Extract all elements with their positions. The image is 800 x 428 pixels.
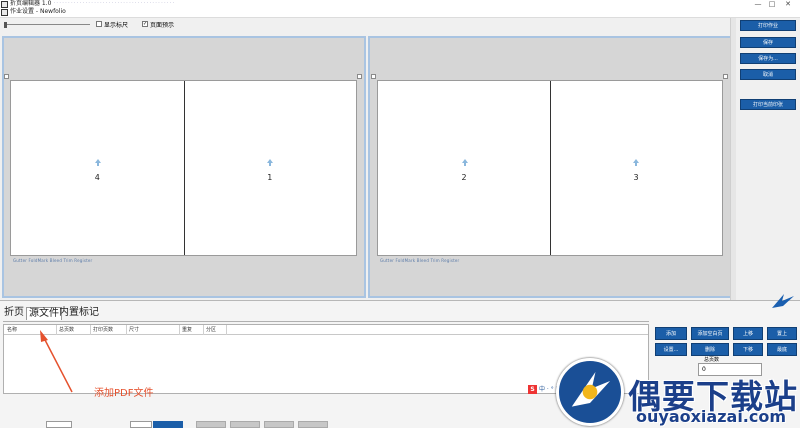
column-header[interactable]: 打印页数 bbox=[93, 326, 113, 334]
orientation-arrow-icon bbox=[633, 159, 639, 166]
footer-input[interactable] bbox=[46, 421, 72, 428]
minimize-button[interactable]: — bbox=[752, 0, 764, 8]
ime-logo-icon[interactable]: S bbox=[528, 384, 537, 394]
tab-underline bbox=[3, 321, 649, 322]
show-ruler-label: 显示标尺 bbox=[104, 21, 129, 29]
orientation-arrow-icon bbox=[95, 159, 101, 166]
column-header[interactable]: 名称 bbox=[7, 326, 17, 334]
footer-input[interactable] bbox=[130, 421, 152, 428]
checkbox-box[interactable] bbox=[96, 21, 102, 27]
maximize-button[interactable]: □ bbox=[766, 0, 778, 8]
tab-builtin-marks[interactable]: 内置标记 bbox=[59, 307, 99, 319]
orientation-arrow-icon bbox=[266, 159, 273, 166]
footer-button[interactable] bbox=[230, 421, 260, 428]
annotation-label: 添加PDF文件 bbox=[94, 388, 154, 399]
move-down-button[interactable]: 下移 bbox=[733, 343, 763, 356]
page-number: 3 bbox=[633, 173, 639, 182]
cancel-button[interactable]: 取消 bbox=[740, 69, 796, 80]
zoom-slider[interactable] bbox=[4, 22, 90, 28]
add-file-button[interactable]: 添加 bbox=[655, 327, 687, 340]
column-header[interactable]: 重复 bbox=[182, 326, 192, 334]
settings-button[interactable]: 设置... bbox=[655, 343, 687, 356]
bird-logo-icon bbox=[772, 294, 794, 308]
window-title: 折页编辑器 1.0 ······························… bbox=[10, 0, 176, 7]
page-preview-label: 页面预示 bbox=[150, 21, 175, 29]
show-ruler-checkbox[interactable]: 显示标尺 bbox=[96, 19, 128, 29]
zoom-slider-handle[interactable] bbox=[4, 22, 7, 28]
watermark-url: ouyaoxiazai.com bbox=[636, 407, 787, 426]
tab-source-file[interactable]: 源文件 bbox=[26, 307, 62, 320]
crop-corner bbox=[4, 74, 9, 79]
footer-button[interactable] bbox=[153, 421, 183, 428]
watermark-logo bbox=[556, 358, 624, 426]
delete-button[interactable]: 删除 bbox=[691, 343, 729, 356]
page-slot[interactable]: 4 bbox=[11, 81, 184, 255]
crop-corner bbox=[371, 74, 376, 79]
checkbox-box-checked[interactable]: ✓ bbox=[142, 21, 148, 27]
save-button[interactable]: 保存 bbox=[740, 37, 796, 48]
sheet-marks-label: Gutter FoldMark Bleed Trim Register bbox=[13, 258, 93, 263]
footer-label bbox=[20, 421, 44, 428]
watermark-bird-icon bbox=[571, 371, 611, 407]
footer-button[interactable] bbox=[264, 421, 294, 428]
page-slot[interactable]: 1 bbox=[184, 81, 357, 255]
column-header[interactable]: 尺寸 bbox=[129, 326, 139, 334]
crop-corner bbox=[723, 74, 728, 79]
close-button[interactable]: ✕ bbox=[782, 0, 794, 8]
table-header: 名称 总页数 打印页数 尺寸 重复 分区 bbox=[4, 325, 648, 335]
tab-fold[interactable]: 折页 bbox=[4, 307, 24, 319]
orientation-arrow-icon bbox=[462, 159, 468, 166]
window-subtitle: 作业设置 - Newfolio bbox=[10, 8, 66, 15]
move-to-top-button[interactable]: 置上 bbox=[767, 327, 797, 340]
app-icon bbox=[1, 1, 9, 17]
page-number: 2 bbox=[461, 173, 467, 182]
page-count-label: 总页数 bbox=[704, 357, 720, 363]
print-job-button[interactable]: 打印作业 bbox=[740, 20, 796, 31]
page-preview-checkbox[interactable]: ✓ 页面预示 bbox=[142, 19, 174, 29]
sheet-marks-label: Gutter FoldMark Bleed Trim Register bbox=[380, 258, 460, 263]
footer-button[interactable] bbox=[298, 421, 328, 428]
page-number: 4 bbox=[94, 173, 100, 182]
crop-corner bbox=[357, 74, 362, 79]
column-header[interactable]: 总页数 bbox=[59, 326, 74, 334]
preview-scrollbar[interactable] bbox=[730, 18, 736, 300]
page-number: 1 bbox=[267, 173, 273, 182]
add-blank-page-button[interactable]: 添加空白页 bbox=[691, 327, 729, 340]
page-slot[interactable]: 2 bbox=[378, 81, 550, 255]
column-header[interactable]: 分区 bbox=[206, 326, 216, 334]
move-up-button[interactable]: 上移 bbox=[733, 327, 763, 340]
save-as-button[interactable]: 保存为... bbox=[740, 53, 796, 64]
sheet-2[interactable]: 2 3 bbox=[377, 80, 723, 256]
move-to-bottom-button[interactable]: 最底 bbox=[767, 343, 797, 356]
page-slot[interactable]: 3 bbox=[550, 81, 722, 255]
print-current-sheet-button[interactable]: 打印当前印张 bbox=[740, 99, 796, 110]
sheet-1[interactable]: 4 1 bbox=[10, 80, 357, 256]
footer-button[interactable] bbox=[196, 421, 226, 428]
